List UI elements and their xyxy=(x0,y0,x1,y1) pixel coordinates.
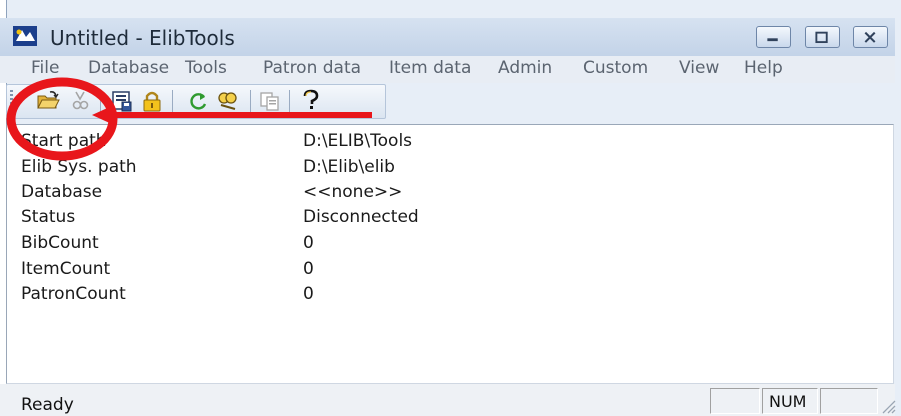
menu-item-data[interactable]: Item data xyxy=(389,58,471,78)
close-icon xyxy=(864,31,876,43)
status-bar xyxy=(0,384,895,416)
close-button[interactable] xyxy=(853,26,888,48)
toolbar-separator xyxy=(100,90,101,114)
elibtools-app-icon xyxy=(13,26,37,46)
status-text: Ready xyxy=(21,395,74,415)
menu-view[interactable]: View xyxy=(679,58,719,78)
menu-database[interactable]: Database xyxy=(88,58,169,78)
menu-tools[interactable]: Tools xyxy=(185,58,227,78)
status-panel-num: NUM xyxy=(762,388,818,414)
num-lock-indicator: NUM xyxy=(769,392,807,411)
info-value: D:\ELIB\Tools xyxy=(303,131,413,151)
info-label: Elib Sys. path xyxy=(21,157,137,177)
maximize-button[interactable] xyxy=(805,26,840,48)
toolbar-separator xyxy=(289,90,290,114)
info-value: 0 xyxy=(303,233,314,253)
lock-icon[interactable] xyxy=(140,89,164,113)
help-icon[interactable] xyxy=(299,89,323,113)
minimize-icon xyxy=(767,38,778,42)
save-report-icon[interactable] xyxy=(110,89,134,113)
info-label: Start path xyxy=(21,131,107,151)
maximize-icon xyxy=(815,31,828,44)
menu-custom[interactable]: Custom xyxy=(583,58,648,78)
status-panel xyxy=(710,388,760,414)
copy-icon[interactable] xyxy=(258,89,282,113)
info-value: 0 xyxy=(303,284,314,304)
info-panel xyxy=(6,124,894,384)
window-title: Untitled - ElibTools xyxy=(50,26,235,50)
info-value: 0 xyxy=(303,259,314,279)
refresh-icon[interactable] xyxy=(186,89,210,113)
minimize-button[interactable] xyxy=(756,26,791,48)
resize-grip-icon[interactable] xyxy=(880,398,896,414)
info-value: D:\Elib\elib xyxy=(303,157,395,177)
open-folder-icon[interactable] xyxy=(36,89,60,113)
status-panel xyxy=(820,388,878,414)
info-label: BibCount xyxy=(21,233,99,253)
info-label: ItemCount xyxy=(21,259,111,279)
toolbar-separator xyxy=(172,90,173,114)
toolbar-grip[interactable] xyxy=(10,90,13,114)
toolbar-separator xyxy=(250,90,251,114)
info-value: <<none>> xyxy=(303,182,403,202)
menu-file[interactable]: File xyxy=(31,58,59,78)
info-value: Disconnected xyxy=(303,207,419,227)
info-label: Status xyxy=(21,207,76,227)
info-label: PatronCount xyxy=(21,284,126,304)
info-label: Database xyxy=(21,182,103,202)
menu-admin[interactable]: Admin xyxy=(498,58,552,78)
disconnect-icon[interactable] xyxy=(68,89,92,113)
menu-help[interactable]: Help xyxy=(744,58,783,78)
search-icon[interactable] xyxy=(216,89,240,113)
menu-patron-data[interactable]: Patron data xyxy=(263,58,361,78)
